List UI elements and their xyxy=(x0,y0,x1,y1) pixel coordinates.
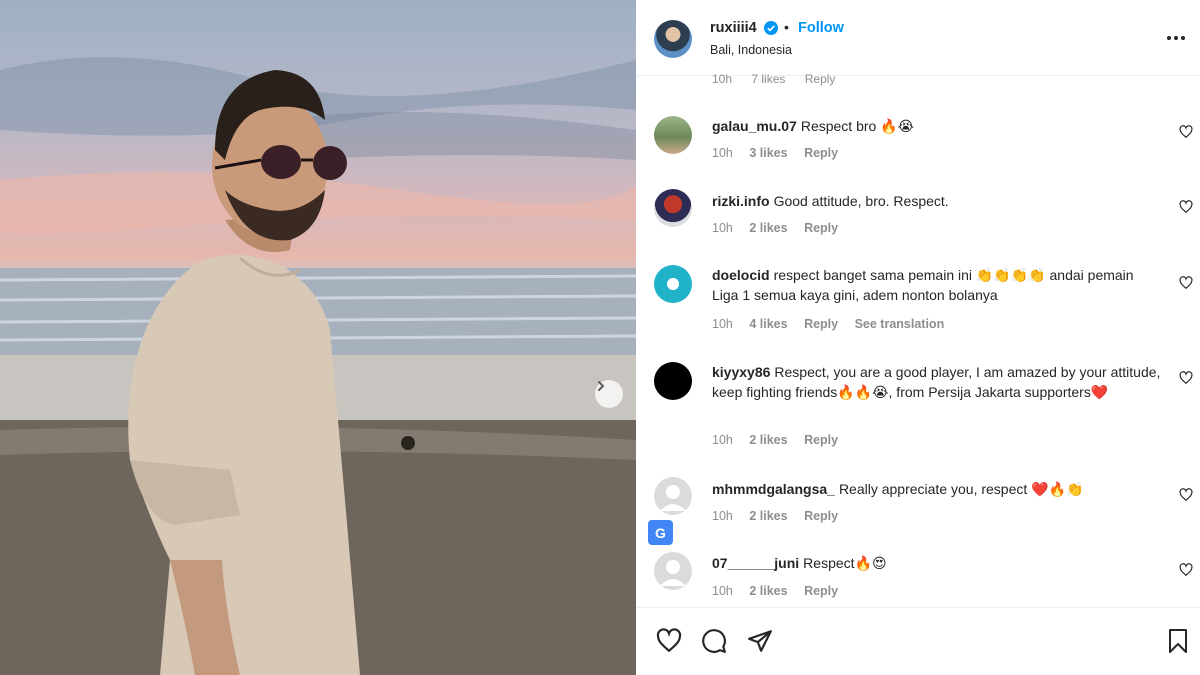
comment-icon[interactable] xyxy=(701,628,727,654)
post-side-panel: ruxiiii4 • Follow Bali, Indonesia 10h 7 … xyxy=(636,0,1200,675)
see-translation-link[interactable]: See translation xyxy=(855,317,945,331)
follow-button[interactable]: Follow xyxy=(798,20,844,36)
post-action-bar xyxy=(636,607,1200,675)
beach-scene-illustration xyxy=(0,57,636,675)
comment-reply-button[interactable]: Reply xyxy=(804,317,838,331)
comment-text-block: kiyyxy86 Respect, you are a good player, … xyxy=(712,362,1162,402)
comment-text: respect banget sama pemain ini 👏👏👏👏 anda… xyxy=(712,267,1134,303)
more-options-icon[interactable] xyxy=(1166,26,1186,50)
comment-meta: 10h 3 likes Reply xyxy=(712,146,851,160)
comment-reply-button[interactable]: Reply xyxy=(804,433,838,447)
comment-time: 10h xyxy=(712,221,733,235)
default-avatar-icon xyxy=(660,485,686,511)
heart-icon[interactable] xyxy=(1179,371,1193,385)
default-avatar-icon xyxy=(660,560,686,586)
verified-badge-icon xyxy=(764,21,778,35)
heart-icon[interactable] xyxy=(1179,200,1193,214)
commenter-avatar[interactable] xyxy=(654,362,692,400)
comment-likes[interactable]: 2 likes xyxy=(749,221,787,235)
share-icon[interactable] xyxy=(747,628,773,654)
post-location[interactable]: Bali, Indonesia xyxy=(710,43,792,57)
author-username[interactable]: ruxiiii4 xyxy=(710,20,757,36)
commenter-username[interactable]: doelocid xyxy=(712,267,770,283)
carousel-next-button[interactable] xyxy=(595,380,623,408)
google-translate-icon[interactable]: G xyxy=(648,520,673,545)
comment-text-block: galau_mu.07 Respect bro 🔥😭 xyxy=(712,116,1162,136)
comment-reply-button[interactable]: Reply xyxy=(804,221,838,235)
heart-icon[interactable] xyxy=(656,628,682,654)
commenter-avatar[interactable] xyxy=(654,116,692,154)
comment-meta: 10h 2 likes Reply xyxy=(712,509,851,523)
commenter-username[interactable]: galau_mu.07 xyxy=(712,118,797,134)
comment-time: 10h xyxy=(712,584,733,598)
comment-text: Respect🔥😍 xyxy=(803,555,887,571)
commenter-username[interactable]: 07______juni xyxy=(712,555,799,571)
comment-reply-button[interactable]: Reply xyxy=(804,146,838,160)
comment-text: Respect, you are a good player, I am ama… xyxy=(712,364,1161,400)
commenter-username[interactable]: mhmmdgalangsa_ xyxy=(712,481,835,497)
post-photo[interactable] xyxy=(0,0,636,675)
comment-text-block: doelocid respect banget sama pemain ini 👏… xyxy=(712,265,1162,305)
commenter-avatar[interactable] xyxy=(654,265,692,303)
commenter-username[interactable]: kiyyxy86 xyxy=(712,364,770,380)
heart-icon[interactable] xyxy=(1179,563,1193,577)
commenter-avatar[interactable] xyxy=(654,552,692,590)
comment-time: 10h xyxy=(712,433,733,447)
comment-text-block: 07______juni Respect🔥😍 xyxy=(712,553,1162,573)
author-avatar[interactable] xyxy=(654,20,692,58)
comment-meta: 10h 2 likes Reply xyxy=(712,584,851,598)
post-header: ruxiiii4 • Follow Bali, Indonesia xyxy=(636,0,1200,76)
comment-time: 10h xyxy=(712,317,733,331)
previous-comment-likes[interactable]: 7 likes xyxy=(751,72,785,86)
heart-icon[interactable] xyxy=(1179,125,1193,139)
comment-text-block: mhmmdgalangsa_ Really appreciate you, res… xyxy=(712,479,1162,499)
comment-text: Good attitude, bro. Respect. xyxy=(773,193,949,209)
comment-likes[interactable]: 2 likes xyxy=(749,509,787,523)
comment-likes[interactable]: 3 likes xyxy=(749,146,787,160)
header-separator: • xyxy=(784,19,789,35)
previous-comment-time: 10h xyxy=(712,72,733,86)
heart-icon[interactable] xyxy=(1179,488,1193,502)
comment-likes[interactable]: 4 likes xyxy=(749,317,787,331)
commenter-avatar[interactable] xyxy=(654,477,692,515)
comment-reply-button[interactable]: Reply xyxy=(804,584,838,598)
comment-likes[interactable]: 2 likes xyxy=(749,584,787,598)
comment-time: 10h xyxy=(712,509,733,523)
bookmark-icon[interactable] xyxy=(1166,628,1190,654)
comment-meta: 10h 2 likes Reply xyxy=(712,221,851,235)
comment-meta: 10h 2 likes Reply xyxy=(712,433,851,447)
comment-meta: 10h 4 likes Reply See translation xyxy=(712,317,957,331)
comment-text: Respect bro 🔥😭 xyxy=(800,118,914,134)
commenter-avatar[interactable] xyxy=(654,189,692,227)
comment-text-block: rizki.info Good attitude, bro. Respect. xyxy=(712,191,1162,211)
comment-text: Really appreciate you, respect ❤️🔥👏 xyxy=(838,481,1084,497)
chevron-right-icon xyxy=(598,381,605,391)
comment-likes[interactable]: 2 likes xyxy=(749,433,787,447)
heart-icon[interactable] xyxy=(1179,276,1193,290)
comment-time: 10h xyxy=(712,146,733,160)
comment-reply-button[interactable]: Reply xyxy=(804,509,838,523)
commenter-username[interactable]: rizki.info xyxy=(712,193,770,209)
previous-comment-meta: 10h 7 likes Reply xyxy=(712,72,851,86)
previous-comment-reply[interactable]: Reply xyxy=(805,72,836,86)
